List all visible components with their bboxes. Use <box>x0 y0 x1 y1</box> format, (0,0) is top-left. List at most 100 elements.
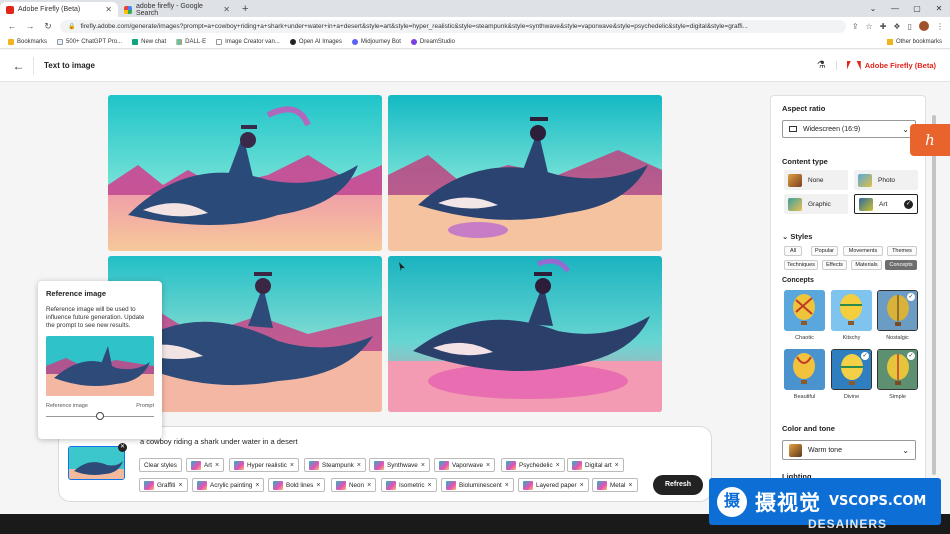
style-tab-themes[interactable]: Themes <box>887 246 917 256</box>
content-type-art[interactable]: Art ✓ <box>854 194 918 214</box>
remove-chip-icon[interactable]: × <box>505 482 509 489</box>
style-chip[interactable]: Neon × <box>331 478 377 492</box>
remove-chip-icon[interactable]: × <box>486 462 490 469</box>
style-tab-concepts[interactable]: Concepts <box>885 260 917 270</box>
content-type-none[interactable]: None <box>784 170 848 190</box>
refresh-button[interactable]: Refresh <box>653 475 703 495</box>
forward-arrow-icon[interactable]: → <box>24 21 36 31</box>
style-chip[interactable]: Hyper realistic × <box>229 458 299 472</box>
art-thumbnail-icon <box>859 197 873 211</box>
remove-chip-icon[interactable]: × <box>556 462 560 469</box>
style-chip[interactable]: Bold lines × <box>268 478 326 492</box>
style-chip[interactable]: Art × <box>186 458 225 472</box>
menu-dots-icon[interactable]: ⋮ <box>936 22 944 31</box>
graphic-thumbnail-icon <box>788 197 802 211</box>
style-tab-techniques[interactable]: Techniques <box>784 260 818 270</box>
share-icon[interactable]: ⇪ <box>852 22 859 31</box>
content-type-label: Content type <box>782 157 828 166</box>
puzzle-icon[interactable]: ❖ <box>893 22 900 31</box>
bookmark-item[interactable]: 500+ ChatGPT Pro... <box>57 38 122 45</box>
generated-image-2[interactable] <box>388 95 662 251</box>
concept-chaotic[interactable] <box>784 290 825 331</box>
bookmark-item[interactable]: Bookmarks <box>8 38 47 45</box>
chevron-down-icon[interactable]: ⌄ <box>862 0 884 17</box>
folder-icon <box>8 38 14 45</box>
concept-divine[interactable]: ✓ <box>831 349 872 390</box>
remove-chip-icon[interactable]: × <box>615 462 619 469</box>
remove-chip-icon[interactable]: × <box>580 482 584 489</box>
style-chip[interactable]: Digital art × <box>567 458 624 472</box>
back-arrow-icon[interactable]: ← <box>4 56 34 75</box>
sidebar-icon[interactable]: ▯ <box>908 22 912 31</box>
remove-chip-icon[interactable]: × <box>428 482 432 489</box>
style-tab-all[interactable]: All <box>784 246 802 256</box>
bookmark-item[interactable]: DALL·E <box>176 38 206 45</box>
reference-image-thumbnail[interactable] <box>68 446 125 480</box>
style-tab-effects[interactable]: Effects <box>822 260 847 270</box>
style-chip[interactable]: Psychedelic × <box>501 458 565 472</box>
concept-kitschy[interactable] <box>831 290 872 331</box>
style-chip[interactable]: Graffiti × <box>139 478 188 492</box>
generated-image-4[interactable] <box>388 256 662 412</box>
honey-extension-button[interactable]: h <box>910 124 950 156</box>
style-chip[interactable]: Steampunk × <box>304 458 366 472</box>
style-chip[interactable]: Layered paper × <box>518 478 589 492</box>
style-chip[interactable]: Bioluminescent × <box>441 478 514 492</box>
style-tab-materials[interactable]: Materials <box>851 260 882 270</box>
content-type-photo[interactable]: Photo <box>854 170 918 190</box>
style-chip[interactable]: Synthwave × <box>369 458 430 472</box>
extension-icon[interactable]: ✚ <box>880 22 887 31</box>
adobe-logo-icon <box>846 61 851 70</box>
close-window-icon[interactable]: ✕ <box>928 0 950 17</box>
style-chip[interactable]: Isometric × <box>381 478 437 492</box>
styles-header[interactable]: ⌄ Styles <box>782 232 812 241</box>
content-type-graphic[interactable]: Graphic <box>784 194 848 214</box>
concept-nostalgic[interactable]: ✓ <box>877 290 918 331</box>
new-tab-button[interactable]: + <box>236 3 254 17</box>
style-tab-popular[interactable]: Popular <box>811 246 838 256</box>
bookmark-item[interactable]: Midjourney Bot <box>351 38 401 45</box>
bookmark-item[interactable]: Open AI Images <box>289 38 342 45</box>
close-icon[interactable]: ✕ <box>105 5 112 14</box>
concept-beautiful[interactable] <box>784 349 825 390</box>
slider-handle[interactable] <box>96 412 104 420</box>
bookmark-item[interactable]: New chat <box>132 38 166 45</box>
style-chip[interactable]: Metal × <box>592 478 638 492</box>
bookmark-item[interactable]: DreamStudio <box>410 38 455 45</box>
star-icon[interactable]: ☆ <box>866 22 873 31</box>
tab-adobe-firefly[interactable]: Adobe Firefly (Beta) ✕ <box>0 2 118 17</box>
remove-chip-icon[interactable]: × <box>290 462 294 469</box>
style-tab-movements[interactable]: Movements <box>843 246 883 256</box>
back-arrow-icon[interactable]: ← <box>6 21 18 31</box>
prompt-input[interactable]: a cowboy riding a shark under water in a… <box>140 437 298 446</box>
bookmark-item[interactable]: Image Creator van... <box>216 38 280 45</box>
url-input[interactable]: 🔒 firefly.adobe.com/generate/images?prom… <box>60 19 846 33</box>
window-controls: ⌄ — ▢ ✕ <box>862 0 950 17</box>
profile-avatar[interactable] <box>919 21 929 31</box>
remove-chip-icon[interactable]: × <box>421 462 425 469</box>
remove-chip-icon[interactable]: × <box>367 482 371 489</box>
concept-simple[interactable]: ✓ <box>877 349 918 390</box>
style-chip[interactable]: Acrylic painting × <box>192 478 265 492</box>
flask-icon[interactable]: ⚗ <box>817 60 826 71</box>
maximize-icon[interactable]: ▢ <box>906 0 928 17</box>
remove-chip-icon[interactable]: × <box>178 482 182 489</box>
remove-chip-icon[interactable]: × <box>316 482 320 489</box>
clear-styles-button[interactable]: Clear styles <box>139 458 182 472</box>
style-chip[interactable]: Vaporwave × <box>434 458 496 472</box>
other-bookmarks[interactable]: Other bookmarks <box>886 38 942 45</box>
remove-reference-icon[interactable]: ✕ <box>118 443 127 452</box>
reference-strength-slider[interactable] <box>46 412 154 422</box>
remove-chip-icon[interactable]: × <box>215 462 219 469</box>
remove-chip-icon[interactable]: × <box>357 462 361 469</box>
minimize-icon[interactable]: — <box>884 0 906 17</box>
reload-icon[interactable]: ↻ <box>42 21 54 32</box>
color-tone-select[interactable]: Warm tone ⌄ <box>782 440 916 460</box>
generated-image-1[interactable] <box>108 95 382 251</box>
close-icon[interactable]: ✕ <box>223 5 230 14</box>
remove-chip-icon[interactable]: × <box>628 482 632 489</box>
tab-google-search[interactable]: adobe firefly - Google Search ✕ <box>118 2 236 17</box>
adobe-firefly-brand[interactable]: Adobe Firefly (Beta) <box>835 61 936 70</box>
aspect-ratio-select[interactable]: Widescreen (16:9) ⌄ <box>782 120 916 138</box>
remove-chip-icon[interactable]: × <box>255 482 259 489</box>
